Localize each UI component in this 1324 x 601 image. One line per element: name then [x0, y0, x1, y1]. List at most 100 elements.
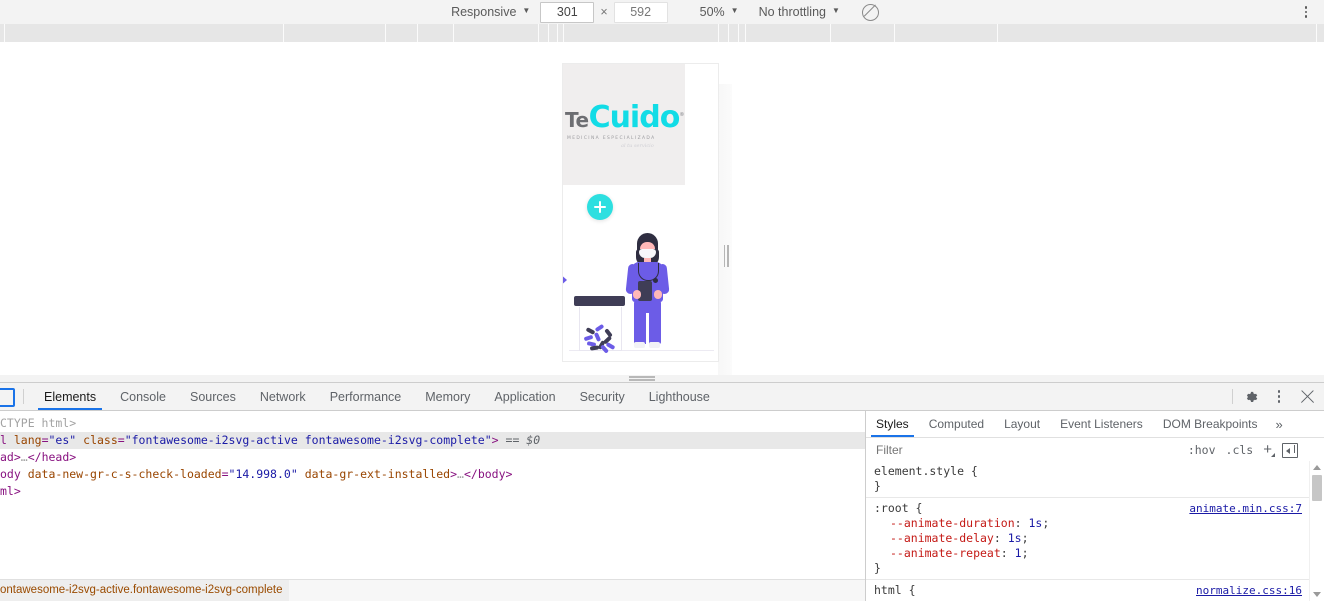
css-property[interactable]: --animate-duration [874, 516, 1015, 531]
zoom-select[interactable]: 50% ▼ [694, 2, 745, 22]
kebab-dot [1304, 6, 1308, 9]
logo-wordmark: TeCuido® [565, 100, 685, 135]
tab-label: Console [120, 389, 166, 404]
dom-close: > [450, 467, 458, 481]
css-rule-html[interactable]: html { normalize.css:16 [866, 580, 1310, 601]
no-throttle-icon[interactable] [861, 3, 879, 21]
dom-eq: = [41, 433, 49, 447]
css-source-link[interactable]: normalize.css:16 [1196, 583, 1302, 598]
css-property[interactable]: --animate-delay [874, 531, 994, 546]
tab-label: Event Listeners [1060, 417, 1143, 431]
hov-toggle-button[interactable]: :hov [1188, 443, 1216, 457]
dom-row[interactable]: ml> [0, 483, 865, 500]
dom-eq: = [117, 433, 125, 447]
css-property[interactable]: --animate-repeat [874, 546, 1001, 561]
css-value[interactable]: 1 [1015, 546, 1022, 560]
add-style-rule-icon[interactable]: + [1263, 442, 1275, 457]
devtools-splitter[interactable] [0, 375, 1324, 382]
tab-sources[interactable]: Sources [178, 383, 248, 410]
dom-value: "14.998.0" [228, 467, 298, 481]
breadcrumb-item[interactable]: ontawesome-i2svg-active.fontawesome-i2sv… [0, 580, 289, 601]
dom-attr: class [83, 433, 118, 447]
close-icon[interactable] [1300, 389, 1316, 405]
dom-tree-pane[interactable]: CTYPE html> l lang="es" class="fontaweso… [0, 411, 866, 601]
dom-selected-marker: == $0 [498, 433, 541, 447]
dom-attr: data-gr-ext-installed [304, 467, 451, 481]
cls-toggle-button[interactable]: .cls [1226, 443, 1254, 457]
pill-bottle-illustration [574, 296, 625, 354]
viewport-height-resize-handle[interactable] [629, 376, 655, 381]
tab-dom-breakpoints[interactable]: DOM Breakpoints [1153, 411, 1268, 437]
scrollbar-thumb[interactable] [1312, 475, 1322, 501]
viewport-width-resize-handle[interactable] [722, 238, 730, 274]
dom-tree-list: CTYPE html> l lang="es" class="fontaweso… [0, 415, 865, 500]
dom-row-selected[interactable]: l lang="es" class="fontawesome-i2svg-act… [0, 432, 865, 449]
scroll-up-icon[interactable] [1313, 465, 1321, 470]
tab-computed[interactable]: Computed [919, 411, 994, 437]
tab-event-listeners[interactable]: Event Listeners [1050, 411, 1153, 437]
device-emulation-toolbar: Responsive ▼ 301 × 592 50% ▼ No throttli… [0, 0, 1324, 25]
styles-filter-bar: :hov .cls + [866, 438, 1324, 463]
tab-performance[interactable]: Performance [318, 383, 414, 410]
toggle-sidebar-icon[interactable] [1282, 442, 1298, 458]
dom-tag: ad> [0, 450, 21, 464]
css-rule-root[interactable]: :root { --animate-duration: 1s; --animat… [866, 498, 1310, 580]
left-arrow-icon[interactable] [563, 273, 567, 287]
css-value[interactable]: 1s [1008, 531, 1022, 545]
tab-network[interactable]: Network [248, 383, 318, 410]
css-value[interactable]: 1s [1028, 516, 1042, 530]
device-toolbar-more-button[interactable] [1298, 4, 1314, 20]
nurse-figure [623, 233, 671, 351]
css-selector[interactable]: element.style { [874, 464, 978, 478]
nurse-face-mask [639, 249, 656, 258]
styles-tabbar: Styles Computed Layout Event Listeners D… [866, 411, 1324, 438]
tab-label: Application [494, 389, 556, 404]
tab-elements[interactable]: Elements [32, 383, 108, 410]
chevron-down-icon: ▼ [832, 6, 840, 15]
device-viewport[interactable]: TeCuido® MEDICINA ESPECIALIZADA al tu se… [563, 64, 718, 361]
tab-memory[interactable]: Memory [413, 383, 482, 410]
tab-styles[interactable]: Styles [866, 411, 919, 437]
plus-circle-icon[interactable] [587, 194, 613, 220]
css-selector[interactable]: html { [874, 583, 916, 597]
dom-row[interactable]: ody data-new-gr-c-s-check-loaded="14.998… [0, 466, 865, 483]
more-tabs-icon[interactable]: » [1268, 411, 1291, 437]
scroll-down-icon[interactable] [1313, 592, 1321, 597]
tab-console[interactable]: Console [108, 383, 178, 410]
css-close-brace: } [874, 561, 881, 575]
dom-ellipsis[interactable]: … [457, 467, 464, 481]
viewport-width-input[interactable]: 301 [540, 1, 595, 23]
tab-label: Lighthouse [648, 389, 710, 404]
css-selector[interactable]: :root { [874, 501, 922, 515]
css-rules-list: element.style { } :root { --animate-dura… [866, 461, 1310, 601]
viewport-height-input[interactable]: 592 [613, 1, 668, 23]
dom-tag: </body> [463, 467, 513, 481]
dom-row[interactable]: CTYPE html> [0, 415, 865, 432]
dom-ellipsis[interactable]: … [21, 450, 28, 464]
bottle-body [579, 307, 622, 354]
css-source-link[interactable]: animate.min.css:7 [1189, 501, 1302, 516]
tab-label: DOM Breakpoints [1162, 417, 1258, 431]
dom-row[interactable]: ad>…</head> [0, 449, 865, 466]
logo-script-tagline: al tu servicio [621, 143, 654, 149]
inspect-element-icon[interactable] [0, 388, 15, 407]
tab-security[interactable]: Security [568, 383, 637, 410]
dimension-separator: × [600, 5, 608, 19]
styles-filter-input[interactable] [874, 438, 1188, 462]
device-select[interactable]: Responsive ▼ [445, 2, 536, 22]
gear-icon[interactable] [1243, 389, 1258, 404]
css-close-brace: } [874, 479, 881, 493]
throttling-select[interactable]: No throttling ▼ [753, 2, 846, 22]
tab-layout[interactable]: Layout [994, 411, 1050, 437]
styles-scrollbar[interactable] [1309, 461, 1324, 601]
zoom-select-label: 50% [699, 5, 725, 19]
rendered-page: TeCuido® MEDICINA ESPECIALIZADA al tu se… [563, 64, 718, 361]
tab-application[interactable]: Application [482, 383, 567, 410]
dom-close: > [491, 433, 499, 447]
tab-lighthouse[interactable]: Lighthouse [637, 383, 722, 410]
tab-label: Elements [44, 389, 97, 404]
devtools-more-button[interactable] [1272, 389, 1286, 405]
css-rule-element-style[interactable]: element.style { } [866, 461, 1310, 498]
dom-space [298, 467, 305, 481]
logo-subtitle: MEDICINA ESPECIALIZADA [567, 136, 656, 141]
